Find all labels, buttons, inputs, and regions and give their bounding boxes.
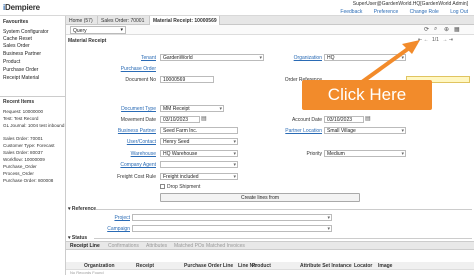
tab-attributes[interactable]: Attributes — [146, 243, 167, 249]
tab-matched-pos[interactable]: Matched POs — [174, 243, 204, 249]
grid-empty-message: No Records Found — [70, 270, 104, 275]
col-receipt[interactable]: Receipt — [136, 263, 154, 269]
callout-arrow-shaft — [360, 44, 414, 84]
receipt-line-grid-header: Organization Receipt Purchase Order Line… — [66, 262, 474, 270]
col-locator[interactable]: Locator — [354, 263, 372, 269]
col-image[interactable]: Image — [378, 263, 392, 269]
col-organization[interactable]: Organization — [84, 263, 115, 269]
col-attribute-set-instance[interactable]: Attribute Set Instance — [300, 263, 352, 269]
col-purchase-order-line[interactable]: Purchase Order Line — [184, 263, 233, 269]
tab-confirmations[interactable]: Confirmations — [108, 243, 139, 249]
col-product[interactable]: Product — [252, 263, 271, 269]
tab-receipt-line[interactable]: Receipt Line — [70, 243, 100, 249]
arrow-overlay — [360, 40, 420, 84]
tab-matched-invoices[interactable]: Matched Invoices — [206, 243, 245, 249]
detail-tabbar: Receipt Line Confirmations Attributes Ma… — [66, 241, 474, 250]
click-here-callout: Click Here — [302, 80, 432, 110]
